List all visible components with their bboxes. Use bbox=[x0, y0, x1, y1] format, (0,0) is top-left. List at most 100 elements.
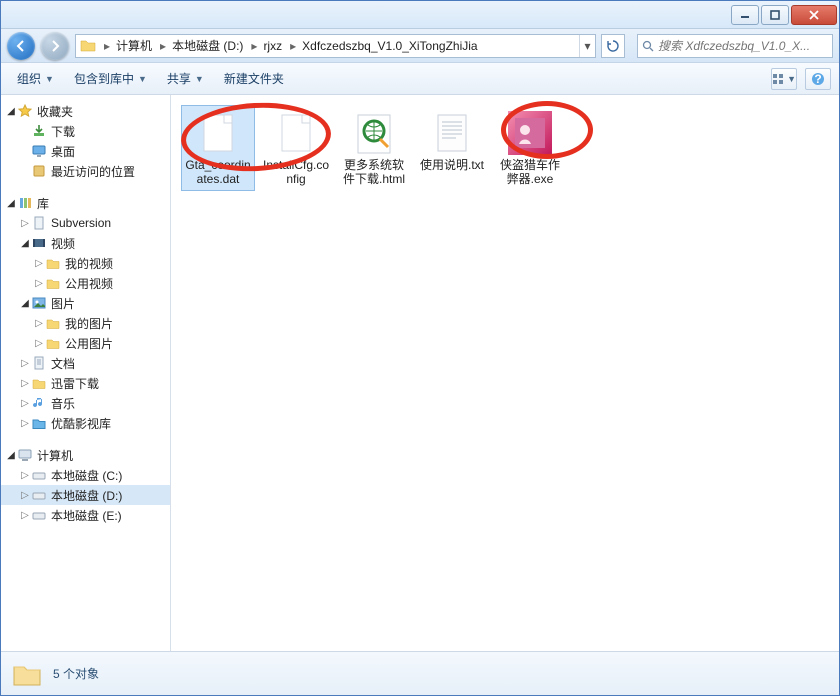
tree-item-youku[interactable]: ▷ 优酷影视库 bbox=[1, 413, 170, 433]
include-in-library-menu[interactable]: 包含到库中 ▼ bbox=[66, 66, 155, 91]
view-options-button[interactable]: ▼ bbox=[771, 68, 797, 90]
drive-icon bbox=[31, 507, 47, 523]
expand-icon: ▷ bbox=[19, 378, 31, 389]
drive-icon bbox=[31, 467, 47, 483]
collapse-icon: ◢ bbox=[19, 238, 31, 249]
file-thumb bbox=[428, 109, 476, 157]
document-icon bbox=[31, 355, 47, 371]
file-item[interactable]: InstallCfg.config bbox=[259, 105, 333, 191]
chevron-down-icon: ▾ bbox=[584, 39, 590, 53]
tree-item-drive-e[interactable]: ▷ 本地磁盘 (E:) bbox=[1, 505, 170, 525]
breadcrumb[interactable]: ▸ 计算机 ▸ 本地磁盘 (D:) ▸ rjxz ▸ Xdfczedszbq_V… bbox=[75, 34, 596, 58]
address-dropdown[interactable]: ▾ bbox=[579, 35, 595, 57]
tree-label: 我的视频 bbox=[65, 255, 113, 272]
collapse-icon: ◢ bbox=[5, 198, 17, 209]
navigation-pane[interactable]: ◢ 收藏夹 下载 桌面 最近访问的位置 ◢ 库 bbox=[1, 95, 171, 651]
share-menu[interactable]: 共享 ▼ bbox=[159, 66, 212, 91]
organize-menu[interactable]: 组织 ▼ bbox=[9, 66, 62, 91]
maximize-button[interactable] bbox=[761, 5, 789, 25]
breadcrumb-item[interactable]: 计算机 bbox=[112, 35, 158, 57]
video-icon bbox=[31, 235, 47, 251]
tree-favorites[interactable]: ◢ 收藏夹 bbox=[1, 101, 170, 121]
expand-icon: ▷ bbox=[33, 278, 45, 289]
tree-item-my-pictures[interactable]: ▷ 我的图片 bbox=[1, 313, 170, 333]
minimize-button[interactable] bbox=[731, 5, 759, 25]
chevron-down-icon: ▼ bbox=[787, 74, 796, 84]
forward-button[interactable] bbox=[41, 32, 69, 60]
tree-item-subversion[interactable]: ▷ Subversion bbox=[1, 213, 170, 233]
music-icon bbox=[31, 395, 47, 411]
search-input[interactable] bbox=[658, 39, 828, 53]
download-icon bbox=[31, 123, 47, 139]
file-list[interactable]: Gta_coordinates.dat InstallCfg.config 更多系统… bbox=[171, 95, 839, 651]
tree-item-videos[interactable]: ◢ 视频 bbox=[1, 233, 170, 253]
expand-icon: ▷ bbox=[33, 338, 45, 349]
tree-item-downloads[interactable]: 下载 bbox=[1, 121, 170, 141]
file-item[interactable]: Gta_coordinates.dat bbox=[181, 105, 255, 191]
view-icon bbox=[772, 73, 785, 85]
tree-item-music[interactable]: ▷ 音乐 bbox=[1, 393, 170, 413]
refresh-button[interactable] bbox=[601, 34, 625, 58]
titlebar bbox=[1, 1, 839, 29]
tree-item-my-videos[interactable]: ▷ 我的视频 bbox=[1, 253, 170, 273]
file-name: InstallCfg.config bbox=[261, 159, 331, 187]
file-thumb bbox=[194, 109, 242, 157]
explorer-window: ▸ 计算机 ▸ 本地磁盘 (D:) ▸ rjxz ▸ Xdfczedszbq_V… bbox=[0, 0, 840, 696]
folder-icon bbox=[11, 658, 43, 690]
expand-icon: ▷ bbox=[19, 418, 31, 429]
tree-label: 优酷影视库 bbox=[51, 415, 111, 432]
file-name: Gta_coordinates.dat bbox=[183, 159, 253, 187]
tree-label: 下载 bbox=[51, 123, 75, 140]
file-item[interactable]: 更多系统软件下载.html bbox=[337, 105, 411, 191]
tree-libraries[interactable]: ◢ 库 bbox=[1, 193, 170, 213]
file-thumb bbox=[350, 109, 398, 157]
chevron-down-icon: ▼ bbox=[195, 74, 204, 84]
tree-label: 计算机 bbox=[37, 447, 73, 464]
tree-item-public-pictures[interactable]: ▷ 公用图片 bbox=[1, 333, 170, 353]
drive-icon bbox=[31, 487, 47, 503]
back-button[interactable] bbox=[7, 32, 35, 60]
collapse-icon: ◢ bbox=[5, 106, 17, 117]
tree-item-desktop[interactable]: 桌面 bbox=[1, 141, 170, 161]
tree-item-recent[interactable]: 最近访问的位置 bbox=[1, 161, 170, 181]
folder-icon bbox=[45, 255, 61, 271]
tree-item-documents[interactable]: ▷ 文档 bbox=[1, 353, 170, 373]
recent-icon bbox=[31, 163, 47, 179]
search-box[interactable] bbox=[637, 34, 833, 58]
chevron-right-icon: ▸ bbox=[158, 39, 168, 53]
tree-label: 我的图片 bbox=[65, 315, 113, 332]
expand-icon: ▷ bbox=[19, 470, 31, 481]
svg-text:?: ? bbox=[814, 72, 821, 86]
tree-item-thunder[interactable]: ▷ 迅雷下载 bbox=[1, 373, 170, 393]
tree-item-drive-d[interactable]: ▷ 本地磁盘 (D:) bbox=[1, 485, 170, 505]
folder-icon bbox=[45, 275, 61, 291]
tree-item-pictures[interactable]: ◢ 图片 bbox=[1, 293, 170, 313]
file-item[interactable]: 使用说明.txt bbox=[415, 105, 489, 191]
file-name: 更多系统软件下载.html bbox=[339, 159, 409, 187]
tree-label: 公用图片 bbox=[65, 335, 113, 352]
tree-computer[interactable]: ◢ 计算机 bbox=[1, 445, 170, 465]
status-text: 5 个对象 bbox=[53, 665, 99, 682]
breadcrumb-item[interactable]: rjxz bbox=[259, 35, 288, 57]
breadcrumb-item[interactable]: Xdfczedszbq_V1.0_XiTongZhiJia bbox=[298, 35, 483, 57]
chevron-right-icon: ▸ bbox=[249, 39, 259, 53]
navbar: ▸ 计算机 ▸ 本地磁盘 (D:) ▸ rjxz ▸ Xdfczedszbq_V… bbox=[1, 29, 839, 63]
tree-item-public-videos[interactable]: ▷ 公用视频 bbox=[1, 273, 170, 293]
breadcrumb-item[interactable]: 本地磁盘 (D:) bbox=[168, 35, 249, 57]
tree-item-drive-c[interactable]: ▷ 本地磁盘 (C:) bbox=[1, 465, 170, 485]
tree-label: 视频 bbox=[51, 235, 75, 252]
chevron-right-icon: ▸ bbox=[288, 39, 298, 53]
new-folder-button[interactable]: 新建文件夹 bbox=[216, 66, 292, 91]
maximize-icon bbox=[770, 10, 780, 20]
help-button[interactable]: ? bbox=[805, 68, 831, 90]
tree-label: 文档 bbox=[51, 355, 75, 372]
chevron-down-icon: ▼ bbox=[45, 74, 54, 84]
expand-icon: ▷ bbox=[33, 318, 45, 329]
expand-icon: ▷ bbox=[19, 398, 31, 409]
tree-label: 最近访问的位置 bbox=[51, 163, 135, 180]
file-item[interactable]: 侠盗猎车作弊器.exe bbox=[493, 105, 567, 191]
file-name: 侠盗猎车作弊器.exe bbox=[495, 159, 565, 187]
collapse-icon: ◢ bbox=[19, 298, 31, 309]
expand-icon: ▷ bbox=[33, 258, 45, 269]
close-button[interactable] bbox=[791, 5, 837, 25]
